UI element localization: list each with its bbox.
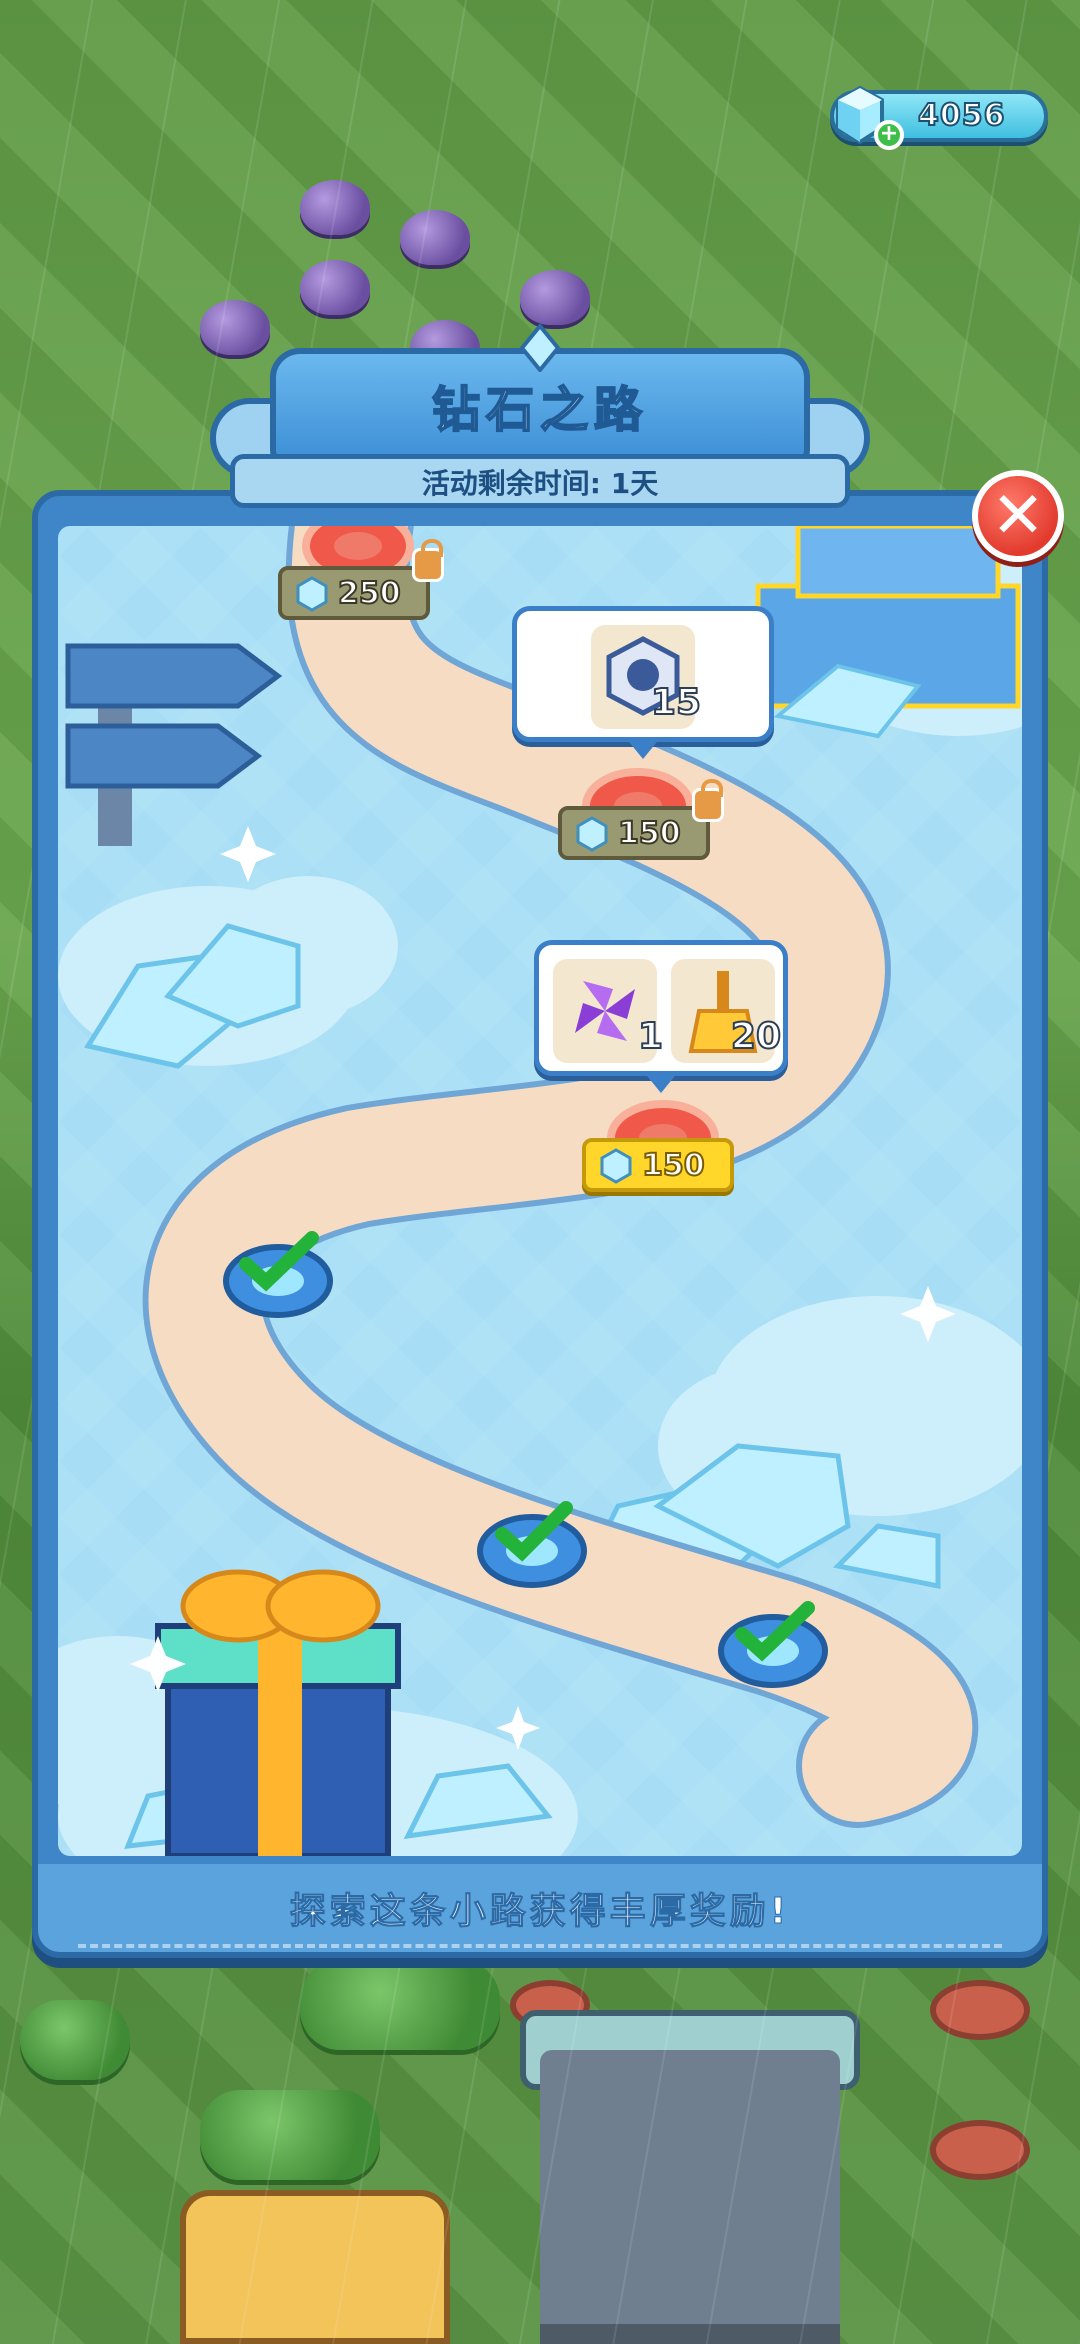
close-icon: ✕ xyxy=(991,479,1045,553)
title-banner: 钻石之路 活动剩余时间: 1天 xyxy=(210,324,870,508)
diamond-amount: 4056 xyxy=(917,97,1006,134)
page-title: 钻石之路 xyxy=(431,381,648,439)
lock-icon xyxy=(412,539,444,582)
diamond-icon xyxy=(576,816,608,852)
reward-popup[interactable]: 1 20 xyxy=(534,940,788,1093)
event-timer: 活动剩余时间: 1天 xyxy=(421,467,659,500)
gift-box xyxy=(155,1569,401,1856)
reward-popup[interactable]: 15 xyxy=(512,606,774,759)
footer-hint: 探索这条小路获得丰厚奖励! xyxy=(289,1891,791,1933)
milestone-price-tag-active[interactable]: 150 xyxy=(582,1138,734,1192)
footer-divider xyxy=(78,1944,1002,1948)
reward-slot: 15 xyxy=(591,625,702,729)
plus-icon[interactable]: + xyxy=(874,120,904,150)
lock-icon xyxy=(692,779,724,822)
close-button[interactable]: ✕ xyxy=(972,470,1064,562)
reward-slot: 1 xyxy=(553,959,664,1063)
milestone-price-tag[interactable]: 150 xyxy=(558,779,724,860)
diamond-road-panel: 15 1 20 250 150 150 探索这条小路获得丰厚奖励! xyxy=(32,490,1048,1958)
signpost xyxy=(65,643,283,846)
diamond-icon xyxy=(600,1148,632,1184)
crystal-temple xyxy=(755,526,1021,739)
diamond-currency-counter[interactable]: + 4056 xyxy=(830,85,1048,150)
crystal-icon xyxy=(519,324,561,372)
diamond-icon xyxy=(296,576,328,612)
milestone-price-tag[interactable]: 250 xyxy=(278,539,444,620)
reward-slot: 20 xyxy=(671,959,782,1063)
